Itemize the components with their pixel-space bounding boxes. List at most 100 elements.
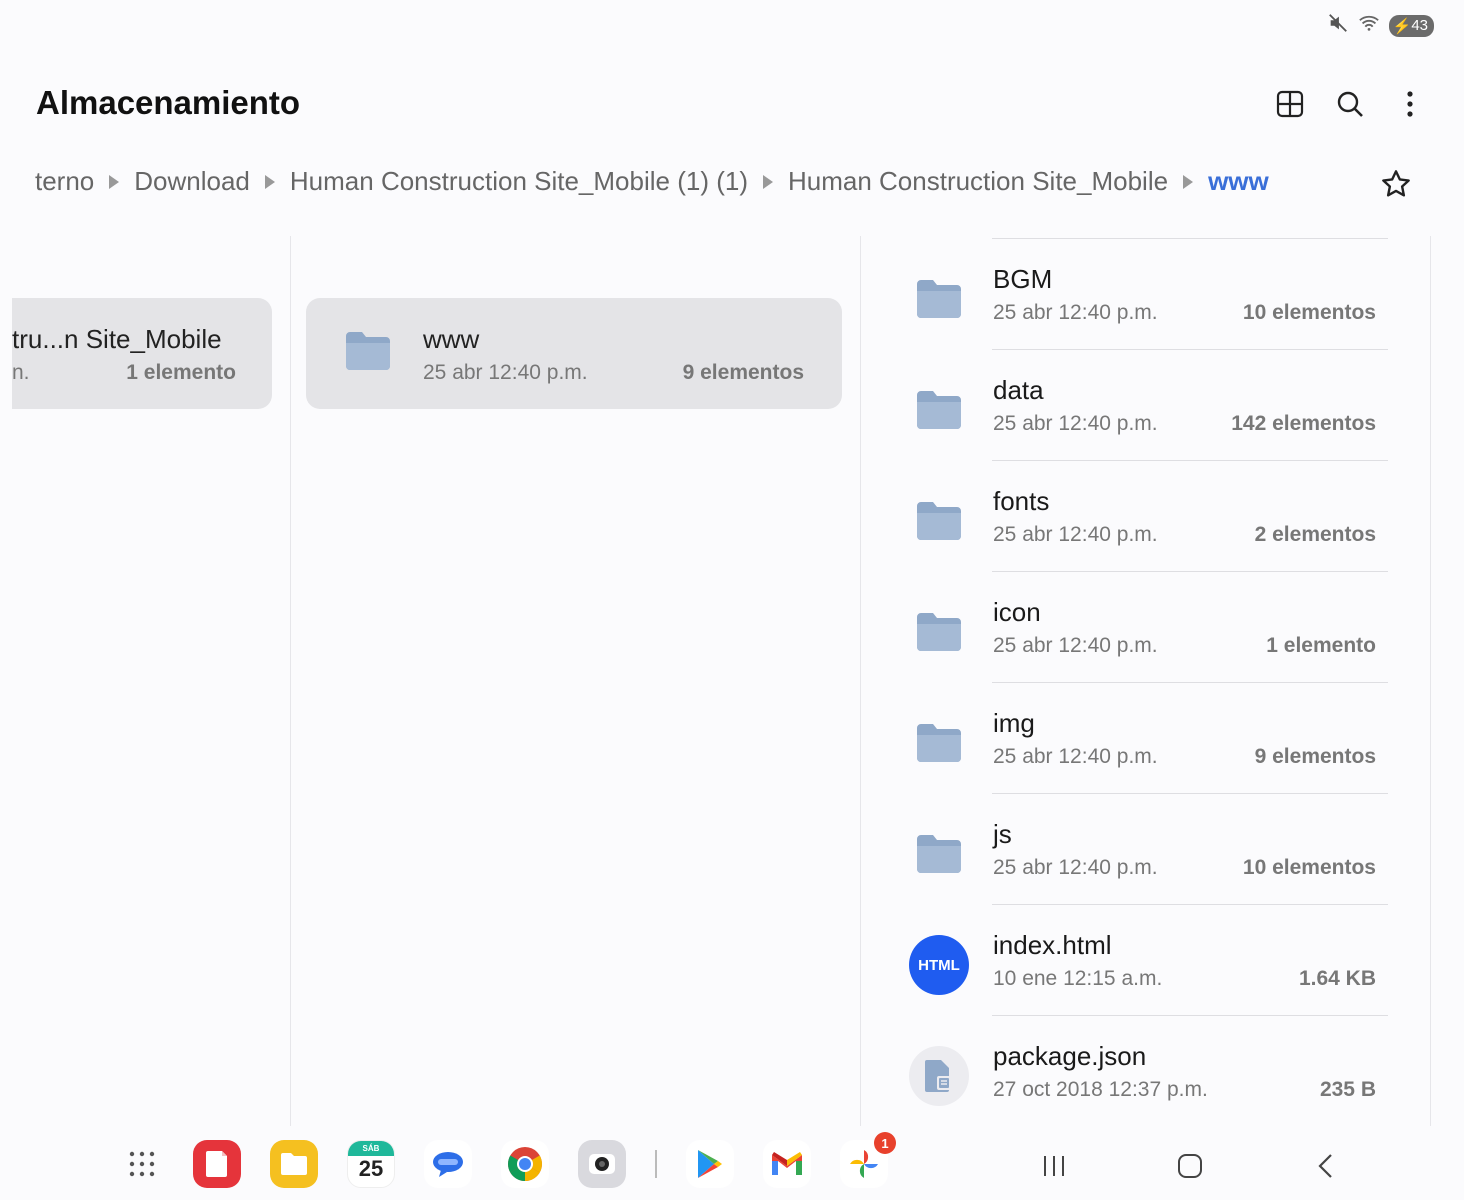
list-item[interactable]: package.json 27 oct 2018 12:37 p.m. 235 … — [900, 1015, 1390, 1126]
file-name: index.html — [993, 930, 1112, 960]
list-item[interactable]: fonts 25 abr 12:40 p.m. 2 elementos — [900, 460, 1390, 571]
recents-button[interactable] — [1036, 1148, 1072, 1184]
charging-icon: ⚡ — [1392, 17, 1412, 35]
file-date: 25 abr 12:40 p.m. — [993, 634, 1158, 657]
back-button[interactable] — [1308, 1148, 1344, 1184]
file-count: 2 elementos — [1254, 523, 1376, 546]
divider — [992, 349, 1388, 350]
chrome-app-icon[interactable] — [501, 1140, 549, 1188]
folder-date: n. — [12, 361, 30, 384]
file-date: 27 oct 2018 12:37 p.m. — [993, 1078, 1208, 1101]
folder-icon — [908, 379, 970, 441]
gmail-app-icon[interactable] — [763, 1140, 811, 1188]
column-divider — [1430, 236, 1431, 1126]
file-date: 25 abr 12:40 p.m. — [993, 301, 1158, 324]
file-size: 235 B — [1319, 1078, 1376, 1101]
taskbar: SÁB 25 1 — [0, 1130, 1464, 1200]
chevron-right-icon — [264, 174, 276, 190]
battery-indicator: ⚡ 43 — [1388, 14, 1434, 37]
file-count: 10 elementos — [1242, 301, 1376, 324]
breadcrumb-item[interactable]: Human Construction Site_Mobile (1) (1) — [290, 166, 748, 197]
divider — [992, 682, 1388, 683]
camera-app-icon[interactable] — [578, 1140, 626, 1188]
breadcrumb-item[interactable]: terno — [35, 166, 94, 197]
navigation-bar — [1036, 1148, 1344, 1184]
grid-view-button[interactable] — [1272, 86, 1308, 122]
folder-name: tru...n Site_Mobile — [12, 324, 222, 354]
folder-icon — [908, 601, 970, 663]
breadcrumb-item[interactable]: Download — [134, 166, 250, 197]
calendar-app-icon[interactable]: SÁB 25 — [347, 1140, 395, 1188]
folder-icon — [908, 823, 970, 885]
messages-app-icon[interactable] — [424, 1140, 472, 1188]
play-store-app-icon[interactable] — [686, 1140, 734, 1188]
chevron-right-icon — [108, 174, 120, 190]
file-count: 142 elementos — [1231, 412, 1376, 435]
my-files-app-icon[interactable] — [270, 1140, 318, 1188]
dock: SÁB 25 1 — [120, 1132, 896, 1188]
wifi-icon — [1357, 12, 1381, 39]
list-item[interactable]: data 25 abr 12:40 p.m. 142 elementos — [900, 349, 1390, 460]
file-count: 1 elemento — [1266, 634, 1376, 657]
divider — [992, 238, 1388, 239]
grid-icon — [1276, 90, 1304, 118]
folder-icon — [908, 490, 970, 552]
html-file-icon: HTML — [908, 934, 970, 996]
file-name: js — [993, 819, 1012, 849]
html-badge: HTML — [909, 935, 969, 995]
file-date: 25 abr 12:40 p.m. — [993, 856, 1158, 879]
page-title: Almacenamiento — [36, 84, 301, 121]
file-name: icon — [993, 597, 1041, 627]
list-item[interactable]: BGM 25 abr 12:40 p.m. 10 elementos — [900, 238, 1390, 349]
divider — [992, 904, 1388, 905]
current-folder-card[interactable]: www 25 abr 12:40 p.m. 9 elementos — [306, 298, 842, 409]
photos-app-icon[interactable]: 1 — [840, 1132, 896, 1188]
home-button[interactable] — [1172, 1148, 1208, 1184]
file-count: 9 elementos — [1254, 745, 1376, 768]
notification-badge: 1 — [874, 1132, 896, 1154]
app-drawer-button[interactable] — [120, 1140, 164, 1188]
back-icon — [1318, 1154, 1332, 1178]
status-bar: ⚡ 43 — [0, 0, 1464, 50]
file-date: 25 abr 12:40 p.m. — [993, 745, 1158, 768]
top-actions — [1272, 86, 1428, 122]
calendar-date: 25 — [358, 1156, 384, 1181]
list-item[interactable]: HTML index.html 10 ene 12:15 a.m. 1.64 K… — [900, 904, 1390, 1015]
folder-count: 1 elemento — [126, 361, 236, 384]
file-name: fonts — [993, 486, 1050, 516]
divider — [992, 793, 1388, 794]
star-icon — [1382, 170, 1410, 197]
list-item[interactable]: icon 25 abr 12:40 p.m. 1 elemento — [900, 571, 1390, 682]
file-name: img — [993, 708, 1035, 738]
file-date: 25 abr 12:40 p.m. — [993, 523, 1158, 546]
notes-app-icon[interactable] — [193, 1140, 241, 1188]
breadcrumb-item[interactable]: Human Construction Site_Mobile — [788, 166, 1168, 197]
file-name: package.json — [993, 1041, 1147, 1071]
favorite-button[interactable] — [1378, 166, 1414, 202]
parent-folder-card[interactable]: tru...n Site_Mobile n. 1 elemento — [12, 298, 272, 409]
search-button[interactable] — [1332, 86, 1368, 122]
divider — [992, 460, 1388, 461]
recents-icon — [1044, 1156, 1064, 1176]
folder-name: www — [423, 324, 480, 354]
folder-icon — [344, 330, 392, 377]
divider — [992, 571, 1388, 572]
file-date: 10 ene 12:15 a.m. — [993, 967, 1163, 990]
file-name: data — [993, 375, 1044, 405]
column-divider — [290, 236, 291, 1126]
search-icon — [1337, 91, 1363, 117]
file-list: BGM 25 abr 12:40 p.m. 10 elementos data … — [900, 238, 1390, 1126]
json-file-icon — [908, 1045, 970, 1107]
home-icon — [1178, 1154, 1202, 1178]
chevron-right-icon — [762, 174, 774, 190]
dock-divider — [655, 1150, 657, 1178]
list-item[interactable]: img 25 abr 12:40 p.m. 9 elementos — [900, 682, 1390, 793]
more-options-button[interactable] — [1392, 86, 1428, 122]
list-item[interactable]: js 25 abr 12:40 p.m. 10 elementos — [900, 793, 1390, 904]
breadcrumb: terno Download Human Construction Site_M… — [35, 166, 1269, 197]
folder-icon — [908, 268, 970, 330]
folder-icon — [908, 712, 970, 774]
breadcrumb-current[interactable]: www — [1208, 166, 1269, 197]
file-size: 1.64 KB — [1298, 967, 1376, 990]
column-divider — [860, 236, 861, 1126]
